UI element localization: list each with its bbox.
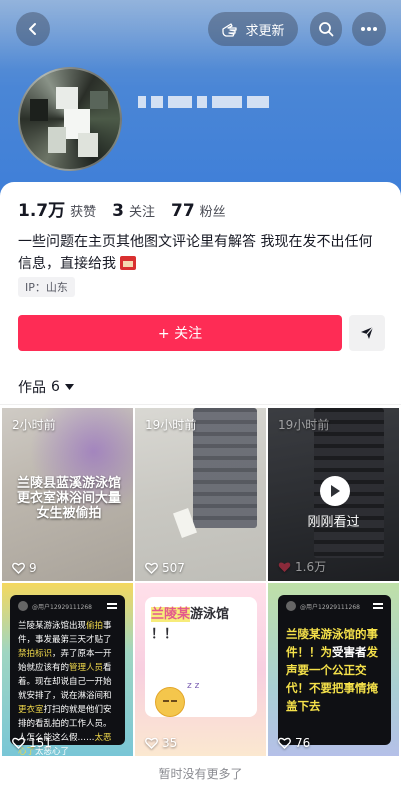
tile-image: @用户12929111268 兰陵某游泳馆的事件！！为受害者发声要一个公正交代！…	[278, 595, 391, 745]
search-button[interactable]	[310, 12, 342, 46]
tile-likes-count: 507	[162, 561, 185, 575]
tile-image: @用户12929111268 兰陵某游泳馆出现偷拍事件，事发最第三天才贴了禁拍标…	[10, 595, 125, 756]
mini-header: @用户12929111268	[286, 601, 383, 611]
caret-down-icon	[64, 384, 74, 390]
post-text-part: 游泳馆	[190, 607, 230, 622]
heart-outline-icon	[145, 562, 158, 574]
menu-icon	[107, 603, 117, 609]
menu-icon	[373, 603, 383, 609]
stat-likes-number: 1.7万	[18, 201, 66, 221]
play-icon	[331, 485, 340, 497]
tile-post-text: 兰陵某游泳馆 ！！	[151, 605, 251, 645]
post-text-part: 兰陵某游泳馆出现	[18, 621, 87, 631]
post-text-highlight: 禁拍标识	[18, 649, 53, 659]
profile-stats: 1.7万 获赞 3 关注 77 粉丝	[18, 196, 226, 221]
zz-text: z z	[187, 681, 200, 691]
avatar[interactable]	[18, 67, 122, 171]
post-text-highlight: 受害者	[332, 645, 367, 659]
tile-time: 19小时前	[278, 418, 330, 432]
post-text-highlight: 更衣室	[18, 705, 44, 715]
stat-likes-label: 获赞	[70, 205, 97, 220]
ip-location-tag: IP：山东	[18, 277, 75, 297]
back-button[interactable]	[16, 12, 50, 46]
heart-outline-icon	[145, 737, 158, 749]
mini-username: @用户12929111268	[300, 603, 360, 611]
more-button[interactable]	[352, 12, 386, 46]
works-count: 6	[51, 379, 60, 395]
chevron-left-icon	[29, 23, 36, 35]
request-update-button[interactable]: 求更新	[208, 12, 298, 46]
heart-outline-icon	[12, 562, 25, 574]
tile-post-text: 兰陵某游泳馆的事件！！为受害者发声要一个公正交代！不要把事情掩盖下去	[286, 625, 386, 715]
post-text-highlight: 偷拍	[86, 621, 104, 631]
post-tile[interactable]: @用户12929111268 兰陵某游泳馆的事件！！为受害者发声要一个公正交代！…	[268, 583, 399, 756]
share-button[interactable]	[349, 315, 385, 351]
heart-outline-icon	[278, 737, 291, 749]
stat-following-number: 3	[112, 201, 124, 221]
stat-followers-number: 77	[171, 201, 195, 221]
hand-point-icon	[222, 23, 238, 37]
post-text-part: ！！	[151, 627, 178, 642]
stat-followers-label: 粉丝	[199, 205, 226, 220]
heart-outline-icon	[12, 737, 25, 749]
no-more-content-text: 暂时没有更多了	[158, 767, 243, 781]
send-icon	[361, 326, 374, 339]
works-tab-label: 作品	[18, 380, 46, 396]
tile-likes-count: 151	[29, 736, 52, 750]
sleepy-face-icon	[155, 687, 185, 717]
bio-text: 一些问题在主页其他图文评论里有解答 我现在发不出任何信息，直接给我	[18, 234, 373, 272]
tile-likes-count: 1.6万	[295, 560, 327, 574]
tile-likes: 9	[12, 561, 37, 575]
bank-emoji-icon	[120, 256, 137, 270]
video-tile[interactable]: 19小时前 刚刚看过 1.6万	[268, 408, 399, 581]
tile-likes: 35	[145, 736, 177, 750]
tile-image	[193, 408, 257, 528]
tile-caption: 兰陵县蓝溪游泳馆更衣室淋浴间大量女生被偷拍	[16, 476, 121, 521]
tile-likes: 76	[278, 736, 310, 750]
video-tile[interactable]: 2小时前 兰陵县蓝溪游泳馆更衣室淋浴间大量女生被偷拍 9	[2, 408, 133, 581]
tile-time: 19小时前	[145, 418, 197, 432]
mini-header: @用户12929111268	[18, 601, 117, 611]
stat-following[interactable]: 3 关注	[112, 201, 155, 221]
post-tile[interactable]: 兰陵某游泳馆 ！！ z z 35	[135, 583, 266, 756]
mini-avatar	[18, 601, 28, 611]
post-text-highlight: 兰陵某	[151, 607, 191, 622]
works-grid: 2小时前 兰陵县蓝溪游泳馆更衣室淋浴间大量女生被偷拍 9 19小时前 507 1…	[2, 408, 400, 756]
search-icon	[319, 22, 334, 37]
tile-likes: 151	[12, 736, 52, 750]
request-update-label: 求更新	[245, 23, 285, 39]
stat-followers[interactable]: 77 粉丝	[171, 201, 226, 221]
video-tile[interactable]: 19小时前 507	[135, 408, 266, 581]
tile-likes-count: 76	[295, 736, 311, 750]
tile-likes-count: 35	[162, 736, 178, 750]
play-button[interactable]	[320, 476, 350, 506]
divider	[0, 404, 401, 405]
profile-card: 1.7万 获赞 3 关注 77 粉丝 一些问题在主页其他图文评论里有解答 我现在…	[0, 182, 401, 800]
follow-button[interactable]: + 关注	[18, 315, 342, 351]
tile-likes-count: 9	[29, 561, 37, 575]
tile-likes: 1.6万	[278, 558, 326, 575]
tile-time: 2小时前	[12, 418, 56, 432]
profile-bio: 一些问题在主页其他图文评论里有解答 我现在发不出任何信息，直接给我	[18, 231, 386, 275]
heart-filled-icon	[278, 561, 291, 572]
stat-likes[interactable]: 1.7万 获赞	[18, 196, 96, 221]
stat-following-label: 关注	[128, 205, 155, 220]
mini-avatar	[286, 601, 296, 611]
more-dots-icon	[361, 27, 377, 31]
tile-likes: 507	[145, 561, 185, 575]
mini-username: @用户12929111268	[32, 603, 92, 611]
post-text-highlight: 管理人员	[69, 663, 104, 673]
recently-watched-label: 刚刚看过	[307, 515, 360, 530]
post-tile[interactable]: @用户12929111268 兰陵某游泳馆出现偷拍事件，事发最第三天才贴了禁拍标…	[2, 583, 133, 756]
nickname-mosaic	[138, 94, 308, 110]
tab-works[interactable]: 作品 6	[18, 377, 74, 397]
